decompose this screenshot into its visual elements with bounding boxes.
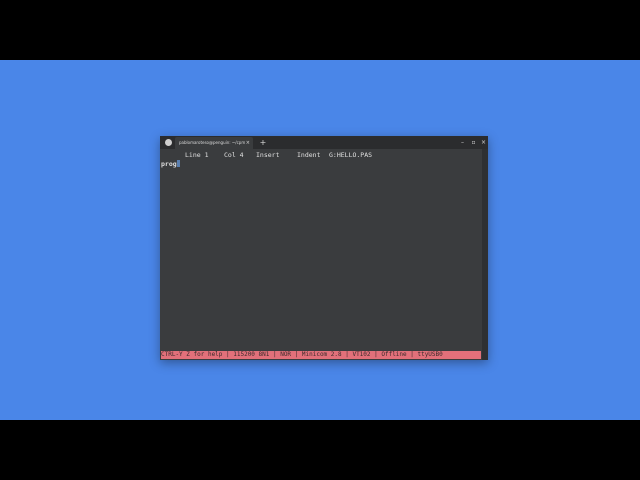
edit-mode: Insert <box>256 151 280 159</box>
text-cursor <box>176 160 180 167</box>
cursor-column: Col 4 <box>224 151 244 159</box>
maximize-button[interactable]: ▫ <box>469 136 478 149</box>
window-titlebar[interactable]: pablomaroteso@penguin: ~/cpm/c × + – ▫ × <box>160 136 488 149</box>
minimize-button[interactable]: – <box>458 136 467 149</box>
letterbox-bottom <box>0 420 640 480</box>
indent-mode: Indent <box>297 151 321 159</box>
cursor-line: Line 1 <box>185 151 209 159</box>
editor-text: prog <box>161 160 177 168</box>
tab-title: pablomaroteso@penguin: ~/cpm/c <box>179 140 245 145</box>
terminal-app-icon <box>165 139 172 146</box>
close-button[interactable]: × <box>479 136 488 149</box>
terminal-tab[interactable]: pablomaroteso@penguin: ~/cpm/c × <box>175 137 253 149</box>
letterbox-top <box>0 0 640 60</box>
new-tab-button[interactable]: + <box>259 136 267 149</box>
file-name: G:HELLO.PAS <box>329 151 373 159</box>
terminal-scrollbar[interactable] <box>482 149 488 360</box>
terminal-area[interactable]: Line 1 Col 4 Insert Indent G:HELLO.PAS p… <box>160 149 482 360</box>
terminal-window: pablomaroteso@penguin: ~/cpm/c × + – ▫ ×… <box>160 136 488 360</box>
tab-close-icon[interactable]: × <box>246 137 250 149</box>
minicom-status-bar: CTRL-Y Z for help | 115200 8N1 | NOR | M… <box>161 351 481 359</box>
editor-text-line[interactable]: prog <box>161 160 180 168</box>
editor-status-line: Line 1 Col 4 Insert Indent G:HELLO.PAS <box>185 151 372 207</box>
